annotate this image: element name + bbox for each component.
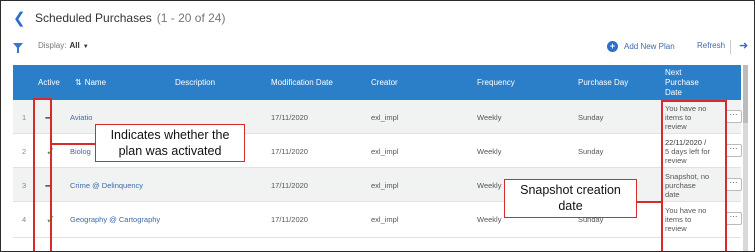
creator: exl_impl [371, 180, 399, 190]
row-number: 1 [22, 112, 27, 122]
result-count: (1 - 20 of 24) [156, 11, 226, 25]
plan-name-link[interactable]: Biolog [70, 134, 91, 168]
add-new-plan-label: Add New Plan [624, 42, 675, 51]
creator: exl_impl [371, 146, 399, 156]
funnel-icon[interactable] [13, 43, 23, 53]
modification-date: 17/11/2020 [271, 112, 308, 122]
column-header-next-purchase-date[interactable]: Next Purchase Date [665, 65, 699, 100]
row-number: 3 [22, 180, 27, 190]
modification-date: 17/11/2020 [271, 146, 308, 156]
column-header-description[interactable]: Description [175, 65, 215, 100]
display-label: Display: [38, 41, 67, 50]
next-purchase-date-highlight [661, 100, 727, 251]
page-title-text: Scheduled Purchases [35, 11, 152, 25]
plus-circle-icon: + [607, 41, 618, 52]
row-actions-button[interactable]: ··· [725, 178, 742, 191]
active-callout: Indicates whether the plan was activated [95, 124, 245, 162]
plan-name-link[interactable]: Geography @ Cartography [70, 202, 160, 236]
table-header: Active ⇅ Name Description Modification Da… [13, 65, 741, 100]
sort-icon: ⇅ [75, 78, 82, 87]
column-header-name-label: Name [84, 78, 107, 87]
column-header-next-line-2: Purchase [665, 77, 699, 87]
page-title: Scheduled Purchases (1 - 20 of 24) [35, 11, 225, 25]
column-header-purchase-day[interactable]: Purchase Day [578, 65, 628, 100]
active-callout-line-2: plan was activated [118, 144, 222, 158]
vertical-scrollbar[interactable] [743, 65, 748, 251]
toolbar-divider [730, 40, 731, 54]
export-icon[interactable]: ➜ [739, 39, 748, 52]
page-header: ❮ Scheduled Purchases (1 - 20 of 24) [13, 9, 225, 27]
creator: exl_impl [371, 214, 399, 224]
frequency: Weekly [477, 214, 502, 224]
scheduled-purchases-page: ❮ Scheduled Purchases (1 - 20 of 24) Disp… [0, 0, 755, 252]
modification-date: 17/11/2020 [271, 214, 308, 224]
refresh-button[interactable]: Refresh [697, 41, 725, 50]
modification-date: 17/11/2020 [271, 180, 308, 190]
scrollbar-thumb[interactable] [743, 65, 748, 123]
column-header-modification-date[interactable]: Modification Date [271, 65, 333, 100]
column-header-name[interactable]: ⇅ Name [75, 65, 106, 100]
snapshot-callout-line-2: date [558, 199, 583, 213]
snapshot-callout-leader [637, 201, 661, 203]
frequency: Weekly [477, 146, 502, 156]
row-actions-button[interactable]: ··· [725, 212, 742, 225]
column-header-creator[interactable]: Creator [371, 65, 398, 100]
purchase-day: Sunday [578, 146, 604, 156]
row-number: 4 [22, 214, 27, 224]
creator: exl_impl [371, 112, 399, 122]
display-value: All [69, 41, 80, 50]
toolbar: Display: All ▼ + Add New Plan Refresh ➜ [11, 39, 748, 57]
frequency: Weekly [477, 180, 502, 190]
column-header-active[interactable]: Active [38, 65, 60, 100]
row-number: 2 [22, 146, 27, 156]
scheduled-purchases-table: Active ⇅ Name Description Modification Da… [13, 65, 742, 238]
column-header-next-line-3: Date [665, 87, 682, 97]
row-actions-button[interactable]: ··· [725, 110, 742, 123]
purchase-day: Sunday [578, 112, 604, 122]
column-header-next-line-1: Next [665, 67, 682, 77]
active-callout-leader [51, 143, 95, 145]
snapshot-callout-line-1: Snapshot creation [520, 183, 621, 197]
plan-name-link[interactable]: Aviatio [70, 100, 92, 134]
snapshot-callout: Snapshot creation date [504, 179, 637, 218]
active-callout-line-1: Indicates whether the [110, 128, 230, 142]
frequency: Weekly [477, 112, 502, 122]
add-new-plan-button[interactable]: + Add New Plan [607, 41, 675, 52]
column-header-frequency[interactable]: Frequency [477, 65, 515, 100]
active-column-highlight [33, 98, 52, 251]
chevron-left-icon[interactable]: ❮ [13, 9, 27, 27]
caret-down-icon: ▼ [82, 44, 89, 50]
row-actions-button[interactable]: ··· [725, 144, 742, 157]
plan-name-link[interactable]: Crime @ Delinquency [70, 168, 143, 202]
display-filter[interactable]: Display: All ▼ [38, 41, 89, 50]
